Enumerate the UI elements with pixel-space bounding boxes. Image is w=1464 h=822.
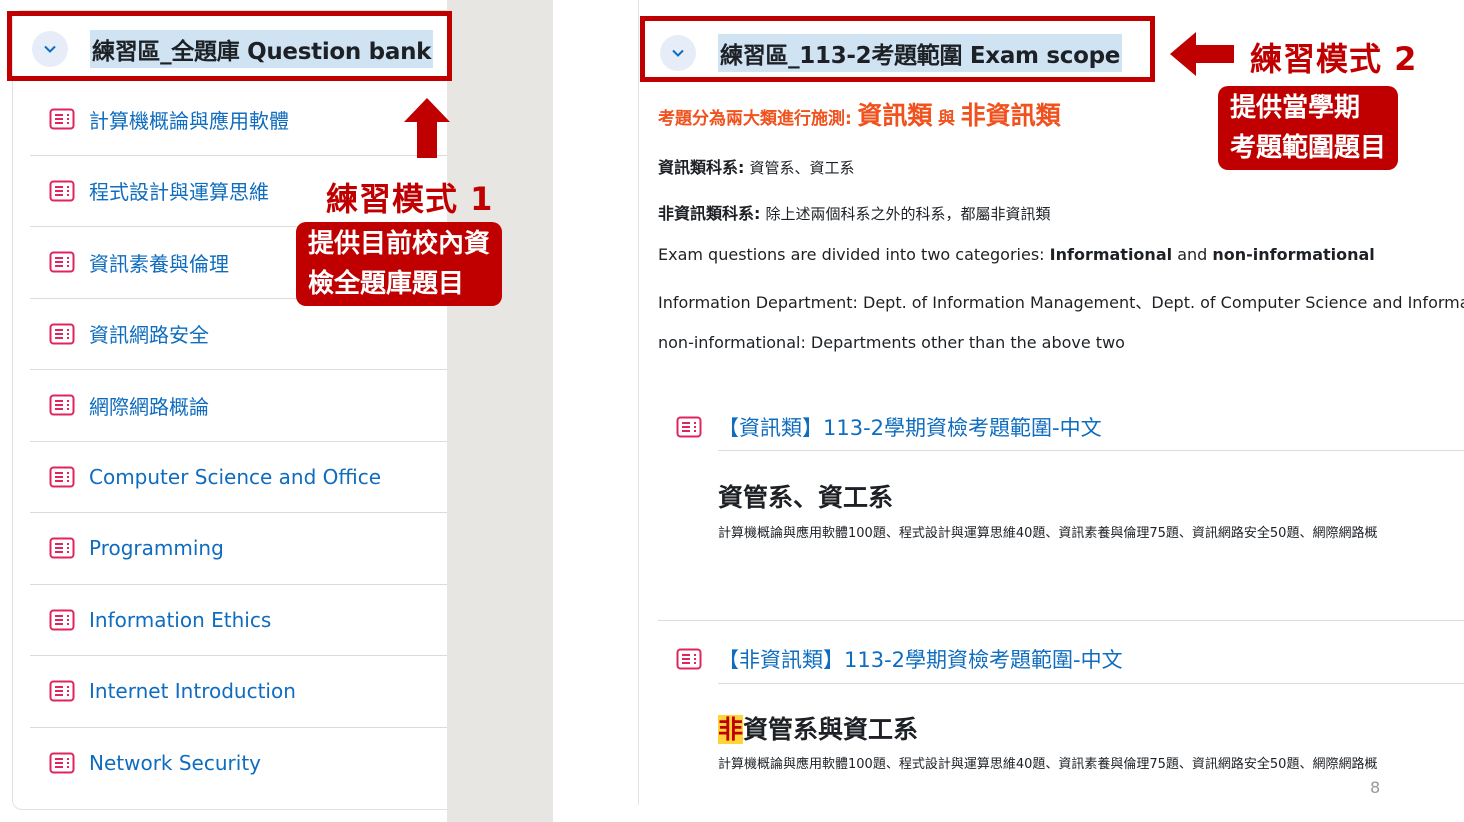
quiz-link[interactable]: 網際網路概論 [89,391,209,420]
quiz-link[interactable]: Network Security [89,751,261,775]
quiz-link[interactable]: Computer Science and Office [89,465,381,489]
info-dept-line: 資訊類科系: 資管系、資工系 [658,154,855,178]
quiz-icon [49,251,75,273]
quiz-link[interactable]: 資訊網路安全 [89,319,209,348]
quiz-icon [49,180,75,202]
info-dept-label: 資訊類科系: [658,158,745,177]
english-categories-line: Exam questions are divided into two cate… [658,245,1375,264]
info-dept-value: 資管系、資工系 [749,159,855,177]
quiz-link[interactable]: 資訊素養與倫理 [89,248,229,277]
practice-mode-2-note-line2: 考題範圍題目 [1230,133,1387,163]
list-item[interactable]: Computer Science and Office [30,442,447,513]
quiz-icon [49,466,75,488]
list-item[interactable]: Network Security [30,728,447,800]
quiz-icon [49,394,75,416]
english-info-dept-line: Information Department: Dept. of Informa… [658,293,1464,312]
question-bank-section-header[interactable]: 練習區_全題庫 Question bank [32,30,434,68]
exam-scope-section-header[interactable]: 練習區_113-2考題範圍 Exam scope [660,34,1123,72]
exam-scope-subtitle: 資管系、資工系 [718,483,894,512]
practice-mode-1-note-line2: 檢全題庫題目 [308,269,465,299]
chevron-down-icon[interactable] [32,31,68,67]
practice-mode-2-note: 提供當學期 考題範圍題目 [1218,86,1399,170]
list-item[interactable]: Programming [30,513,447,585]
quiz-link[interactable]: 程式設計與運算思維 [89,176,269,205]
practice-mode-1-note: 提供目前校內資 檢全題庫題目 [296,222,503,306]
exam-scope-subtitle: 非資管系與資工系 [718,710,918,746]
practice-mode-1-note-line1: 提供目前校內資 [308,229,491,259]
exam-scope-detail: 計算機概論與應用軟體100題、程式設計與運算思維40題、資訊素養與倫理75題、資… [718,757,1378,772]
non-info-dept-value: 除上述兩個科系之外的科系，都屬非資訊類 [765,205,1051,223]
practice-mode-1-title: 練習模式 1 [326,180,494,218]
exam-scope-item-non-informational[interactable]: 【非資訊類】113-2學期資檢考題範圍-中文 [676,644,1123,674]
practice-mode-2-title: 練習模式 2 [1250,40,1418,78]
english-non-informational: non-informational [1212,245,1375,264]
category-heading: 考題分為兩大類進行施測: 資訊類 與 非資訊類 [658,96,1061,132]
quiz-icon [49,680,75,702]
arrow-up-icon [404,98,450,158]
divider [718,450,1464,451]
exam-scope-title: 練習區_113-2考題範圍 Exam scope [718,34,1123,72]
english-categories-prefix: Exam questions are divided into two cate… [658,245,1045,264]
list-item[interactable]: 資訊網路安全 [30,299,447,370]
category-non-informational: 非資訊類 [960,101,1061,130]
page-number: 8 [1370,778,1381,797]
category-informational: 資訊類 [857,101,933,130]
page-icon [676,416,702,438]
english-and: and [1177,245,1208,264]
list-item[interactable]: 計算機概論與應用軟體 [30,84,447,156]
quiz-icon [49,108,75,130]
non-info-dept-label: 非資訊類科系: [658,204,761,223]
list-item[interactable]: Internet Introduction [30,656,447,728]
english-informational: Informational [1049,245,1173,264]
chevron-down-icon[interactable] [660,35,696,71]
highlighted-prefix: 非 [718,715,744,744]
quiz-link[interactable]: Information Ethics [89,608,271,632]
quiz-icon [49,609,75,631]
panel-gutter [447,0,553,822]
category-heading-prefix: 考題分為兩大類進行施測: [658,109,852,129]
subtitle-rest: 資管系與資工系 [743,715,919,744]
divider [718,683,1464,684]
practice-mode-2-note-line1: 提供當學期 [1230,93,1361,123]
quiz-link[interactable]: 計算機概論與應用軟體 [89,105,289,134]
non-info-dept-line: 非資訊類科系: 除上述兩個科系之外的科系，都屬非資訊類 [658,200,1051,224]
question-bank-title: 練習區_全題庫 Question bank [90,30,434,68]
list-item[interactable]: Information Ethics [30,585,447,656]
quiz-icon [49,323,75,345]
exam-scope-link[interactable]: 【非資訊類】113-2學期資檢考題範圍-中文 [718,644,1123,674]
exam-scope-item-informational[interactable]: 【資訊類】113-2學期資檢考題範圍-中文 [676,412,1102,442]
quiz-icon [49,537,75,559]
quiz-link[interactable]: Programming [89,536,224,560]
quiz-icon [49,752,75,774]
list-item[interactable]: 網際網路概論 [30,370,447,442]
category-heading-and: 與 [937,109,955,129]
quiz-link[interactable]: Internet Introduction [89,679,296,703]
exam-scope-link[interactable]: 【資訊類】113-2學期資檢考題範圍-中文 [718,412,1102,442]
divider [658,620,1464,621]
exam-scope-detail: 計算機概論與應用軟體100題、程式設計與運算思維40題、資訊素養與倫理75題、資… [718,526,1378,541]
page-icon [676,648,702,670]
arrow-left-icon [1170,32,1234,76]
english-non-info-line: non-informational: Departments other tha… [658,333,1125,352]
